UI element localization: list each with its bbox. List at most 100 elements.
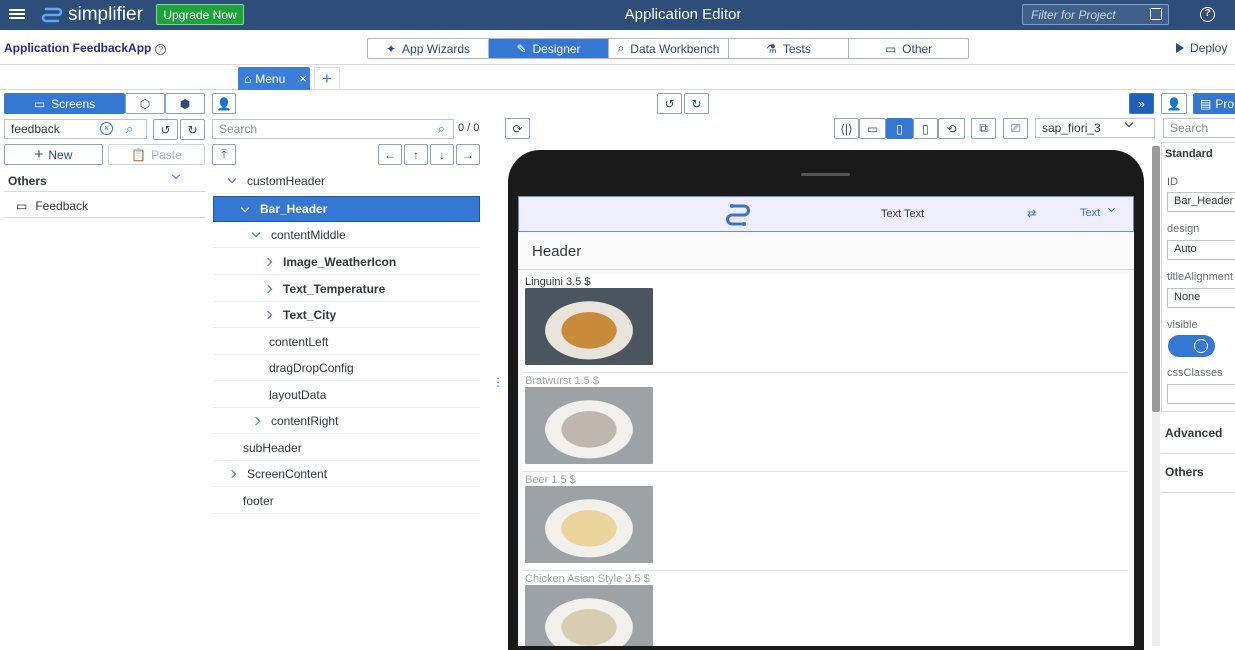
resize-handle[interactable]: ⋮: [492, 375, 504, 389]
food-item[interactable]: Beer 1.5 $: [522, 472, 1128, 571]
upgrade-now-button[interactable]: Upgrade Now: [156, 4, 244, 25]
tree-node[interactable]: footer: [213, 488, 480, 514]
refresh-button[interactable]: ⟳: [505, 118, 530, 139]
screens-tab[interactable]: ▭ Screens: [4, 93, 125, 114]
editor-tab-menu[interactable]: ⌂ Menu ×: [238, 67, 310, 90]
chevron-right-icon[interactable]: [263, 257, 273, 266]
tree-node-label: Image_WeatherIcon: [283, 254, 397, 269]
rotate-view-button[interactable]: ⟲: [938, 118, 965, 139]
design-select[interactable]: Auto: [1167, 240, 1235, 260]
standard-title[interactable]: Standard: [1165, 148, 1213, 160]
user-button[interactable]: 👤: [212, 93, 236, 114]
advanced-section[interactable]: Advanced: [1161, 416, 1235, 454]
id-input[interactable]: Bar_Header: [1167, 192, 1235, 212]
tree-node[interactable]: Bar_Header: [213, 196, 480, 222]
chevron-down-icon: [1107, 204, 1116, 213]
preview-screen: Text Text ⇄ Text Header Linguini 3.5 $ Br…: [518, 196, 1134, 646]
help-circle-icon[interactable]: ?: [155, 44, 167, 55]
others-section[interactable]: Others: [1161, 455, 1235, 493]
undo-button[interactable]: ↺: [657, 93, 682, 114]
food-item[interactable]: Linguini 3.5 $: [522, 274, 1128, 373]
tab-tests[interactable]: ⚗ Tests: [728, 39, 848, 58]
layers-icon: ⧉: [979, 121, 988, 135]
title-alignment-select[interactable]: None: [1167, 288, 1235, 308]
tree-node[interactable]: subHeader: [213, 435, 480, 461]
new-button[interactable]: + New: [4, 144, 103, 165]
tree-node[interactable]: dragDropConfig: [213, 355, 480, 381]
desktop-view-button[interactable]: ▭: [859, 118, 886, 139]
properties-tab[interactable]: ▤ Pro: [1193, 93, 1235, 114]
menu-icon[interactable]: [9, 7, 25, 23]
chevron-down-icon[interactable]: [240, 203, 250, 212]
preview-bar-right-text[interactable]: Text: [1080, 207, 1100, 219]
properties-search-input[interactable]: Search: [1163, 118, 1235, 138]
title-alignment-label: titleAlignment: [1167, 271, 1234, 283]
tab-other[interactable]: ▭ Other: [848, 39, 968, 58]
user-button[interactable]: 👤: [1161, 93, 1187, 114]
chevron-right-icon[interactable]: [251, 416, 261, 425]
move-right-button[interactable]: →: [456, 144, 480, 165]
chevron-right-icon[interactable]: [227, 469, 237, 478]
css-classes-label: cssClasses: [1167, 367, 1223, 379]
filter-project-input[interactable]: Filter for Project: [1022, 4, 1169, 25]
tree-node[interactable]: contentMiddle: [213, 222, 480, 248]
simplifier-logo[interactable]: simplifier: [40, 3, 143, 27]
open-external-icon[interactable]: [1150, 8, 1162, 20]
undo-button[interactable]: ↺: [153, 119, 178, 140]
plus-icon: +: [34, 146, 44, 163]
chevron-down-icon[interactable]: [251, 228, 261, 238]
food-item[interactable]: Chicken Asian Style 3.5 $: [522, 571, 1128, 646]
search-icon[interactable]: ⌕: [438, 121, 445, 137]
help-icon[interactable]: ?: [1200, 7, 1215, 22]
top-bar: simplifier Upgrade Now Application Edito…: [0, 0, 1235, 30]
tree-node[interactable]: contentLeft: [213, 329, 480, 355]
tree-node[interactable]: contentRight: [213, 408, 480, 434]
search-icon[interactable]: ⌕: [126, 121, 133, 137]
visible-toggle[interactable]: [1168, 335, 1215, 357]
tree-node[interactable]: customHeader: [213, 168, 480, 194]
paste-button[interactable]: 📋 Paste: [108, 144, 205, 165]
clear-icon[interactable]: ×: [100, 122, 113, 135]
modules-tab[interactable]: ⬢: [165, 93, 205, 114]
group-header-others[interactable]: Others: [4, 168, 205, 192]
cast-button[interactable]: ⎚: [1003, 118, 1028, 139]
tab-data-workbench[interactable]: ⌕ Data Workbench: [608, 39, 728, 58]
phone-view-button[interactable]: ▯: [913, 118, 938, 139]
preview-bar-text: Text Text: [881, 208, 925, 220]
editor-tab-bar: ⌂ Menu × +: [0, 65, 1235, 90]
collapse-panel-button[interactable]: »: [1129, 93, 1154, 114]
swap-icon[interactable]: ⇄: [1027, 207, 1036, 220]
redo-button[interactable]: ↻: [684, 93, 709, 114]
chevron-right-icon[interactable]: [263, 284, 273, 293]
theme-select[interactable]: sap_fiori_3: [1035, 118, 1155, 138]
move-up-button[interactable]: ↑: [404, 144, 428, 165]
tablet-view-button[interactable]: ▯: [886, 118, 913, 139]
tree-node[interactable]: layoutData: [213, 382, 480, 408]
components-tab[interactable]: ⬡: [125, 93, 165, 114]
move-down-button[interactable]: ↓: [430, 144, 454, 165]
tree-search-input[interactable]: Search ⌕: [212, 119, 454, 139]
tree-node[interactable]: Text_Temperature: [213, 276, 480, 302]
tree-node[interactable]: ScreenContent: [213, 461, 480, 487]
overlay-button[interactable]: ⧉: [971, 118, 996, 139]
redo-button[interactable]: ↻: [180, 119, 205, 140]
app-toolbar: Application FeedbackApp? ✦ App Wizards ✎ D…: [0, 30, 1235, 65]
tab-app-wizards[interactable]: ✦ App Wizards: [368, 39, 488, 58]
phone-icon: ▯: [922, 121, 929, 136]
preview-bar-header[interactable]: Text Text ⇄ Text: [518, 196, 1134, 232]
add-tab-button[interactable]: +: [314, 67, 340, 90]
preview-scrollbar[interactable]: [1152, 146, 1160, 646]
food-item[interactable]: Bratwurst 1.5 $: [522, 373, 1128, 472]
chevron-right-icon[interactable]: [263, 310, 273, 319]
go-top-button[interactable]: ⤒: [212, 144, 236, 165]
tab-designer[interactable]: ✎ Designer: [488, 39, 608, 58]
move-left-button[interactable]: ←: [378, 144, 402, 165]
split-view-button[interactable]: ⟨|⟩: [834, 118, 859, 139]
list-item[interactable]: ▭ Feedback: [4, 193, 205, 218]
close-tab-icon[interactable]: ×: [299, 71, 307, 86]
css-classes-input[interactable]: [1167, 384, 1235, 404]
chevron-down-icon[interactable]: [227, 174, 237, 184]
tree-node[interactable]: Image_WeatherIcon: [213, 249, 480, 275]
deploy-button[interactable]: Deploy: [1176, 41, 1227, 55]
tree-node[interactable]: Text_City: [213, 302, 480, 328]
